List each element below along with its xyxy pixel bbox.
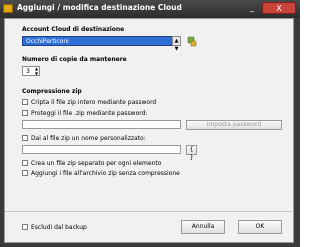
add-account-icon[interactable] [186,36,197,47]
title-bar[interactable]: Aggiungi / modifica destinazione Cloud _… [0,0,300,18]
chevron-down-icon[interactable]: ▲ ▼ [172,36,181,52]
set-password-button[interactable]: Imposta password [186,120,282,130]
protect-label: Proteggi il file .zip mediante password: [31,110,148,117]
footer-divider [5,211,293,212]
dialog-body: Account Cloud di destinazione OcchiPerti… [4,18,294,243]
password-field[interactable] [22,120,181,129]
separate-zip-checkbox[interactable] [22,160,28,166]
account-label: Account Cloud di destinazione [22,26,125,33]
account-selected-value: OcchiPerticoni [26,38,69,45]
custom-name-field[interactable] [22,145,181,154]
ok-button[interactable]: OK [238,220,282,234]
exclude-backup-checkbox[interactable] [22,224,28,230]
close-button[interactable]: X [262,2,296,14]
no-compress-checkbox[interactable] [22,170,28,176]
encrypt-checkbox[interactable] [22,99,28,105]
cancel-button[interactable]: Annulla [181,220,225,234]
separate-zip-label: Crea un file zip separato per ogni eleme… [31,160,162,167]
custom-name-label: Dai al file zip un nome personalizzato: [31,135,146,142]
zip-section-label: Compressione zip [22,88,82,95]
custom-name-checkbox[interactable] [22,135,28,141]
encrypt-label: Cripta il file zip intero mediante passw… [31,99,157,106]
braces-icon[interactable]: { } [186,145,197,161]
stepper-arrows-icon[interactable]: ▲ ▼ [33,66,40,76]
exclude-backup-label: Escludi dal backup [31,224,87,231]
minimize-button[interactable]: _ [246,2,258,14]
protect-checkbox[interactable] [22,110,28,116]
dialog-window: Aggiungi / modifica destinazione Cloud _… [0,0,300,247]
copies-value: 3 [26,68,30,75]
no-compress-label: Aggiungi i file all'archivio zip senza c… [31,170,180,177]
folder-icon [3,4,13,13]
window-title: Aggiungi / modifica destinazione Cloud [17,3,182,12]
account-select[interactable]: OcchiPerticoni [22,36,180,46]
copies-label: Numero di copie da mantenere [22,56,127,63]
